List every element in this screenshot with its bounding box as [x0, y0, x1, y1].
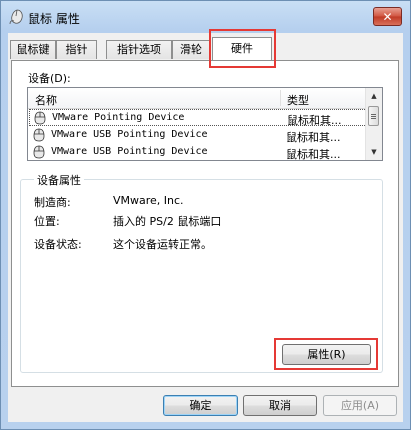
device-status-value: 这个设备运转正常。	[113, 238, 212, 251]
window-title: 鼠标 属性	[28, 12, 80, 26]
tab-buttons[interactable]: 鼠标键	[10, 40, 56, 59]
properties-button-highlight	[274, 338, 378, 370]
list-item[interactable]: VMware USB Pointing Device 鼠标和其...	[29, 127, 367, 144]
device-list[interactable]: 名称 类型 VMware Pointing Device 鼠标和其... VMw…	[27, 87, 383, 161]
device-properties-title: 设备属性	[34, 172, 84, 188]
apply-button[interactable]: 应用(A)	[323, 395, 397, 416]
mouse-device-icon	[33, 128, 45, 142]
tab-pointers[interactable]: 指针	[56, 40, 97, 59]
title-bar[interactable]: 鼠标 属性 ✕	[1, 1, 410, 33]
mouse-device-icon	[33, 145, 45, 159]
manufacturer-value: VMware, Inc.	[113, 194, 184, 207]
device-type: 鼠标和其...	[287, 114, 342, 127]
mouse-device-icon	[34, 111, 46, 125]
device-name: VMware Pointing Device	[52, 112, 185, 123]
grip-line	[371, 118, 376, 119]
device-type: 鼠标和其...	[286, 131, 341, 144]
location-label: 位置:	[34, 215, 60, 228]
scroll-down-arrow-icon[interactable]: ▼	[368, 146, 380, 158]
tab-pointer-options[interactable]: 指针选项	[106, 40, 172, 59]
mouse-icon	[9, 9, 23, 25]
close-button[interactable]: ✕	[373, 7, 402, 26]
location-value: 插入的 PS/2 鼠标端口	[113, 215, 222, 228]
devices-label: 设备(D):	[28, 72, 71, 85]
grip-line	[371, 116, 376, 117]
close-icon: ✕	[382, 9, 393, 24]
vertical-scrollbar[interactable]: ▲ ▼	[365, 88, 382, 160]
column-header-name[interactable]: 名称	[35, 92, 57, 108]
device-status-label: 设备状态:	[34, 238, 82, 251]
list-item[interactable]: VMware Pointing Device 鼠标和其...	[29, 109, 367, 127]
grip-line	[371, 114, 376, 115]
ok-button[interactable]: 确定	[163, 395, 238, 416]
column-header-type[interactable]: 类型	[287, 92, 309, 108]
scroll-thumb[interactable]	[368, 106, 379, 126]
device-type: 鼠标和其...	[286, 148, 341, 161]
scroll-up-arrow-icon[interactable]: ▲	[368, 90, 380, 102]
column-divider[interactable]	[280, 90, 281, 106]
mouse-properties-window: 鼠标 属性 ✕ 鼠标键 指针 指针选项 滑轮 硬件 设备(D): 名称 类型 V…	[0, 0, 411, 430]
cancel-button[interactable]: 取消	[243, 395, 317, 416]
hardware-tab-highlight	[209, 29, 276, 68]
manufacturer-label: 制造商:	[34, 196, 71, 209]
list-item[interactable]: VMware USB Pointing Device 鼠标和其...	[29, 144, 367, 161]
tab-wheel[interactable]: 滑轮	[172, 40, 210, 59]
list-header: 名称 类型	[28, 88, 368, 109]
device-name: VMware USB Pointing Device	[51, 146, 208, 157]
device-name: VMware USB Pointing Device	[51, 129, 208, 140]
